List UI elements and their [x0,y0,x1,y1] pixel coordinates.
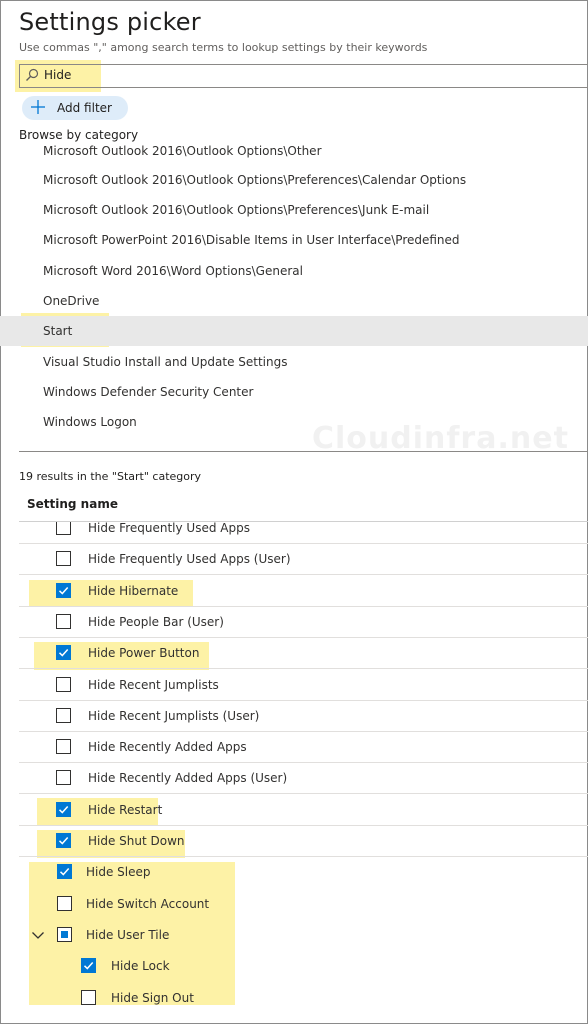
setting-row[interactable]: Hide Power Button [19,638,588,669]
setting-row[interactable]: Hide Switch Account [19,889,588,920]
chevron-down-icon[interactable] [31,928,45,942]
setting-label: Hide Lock [111,959,170,973]
setting-label: Hide Restart [88,803,163,817]
setting-label: Hide Recent Jumplists [88,678,219,692]
setting-label: Hide Power Button [88,646,200,660]
setting-checkbox[interactable] [57,896,72,911]
add-filter-button[interactable]: Add filter [22,96,128,120]
setting-label: Hide Recent Jumplists (User) [88,709,260,723]
setting-row[interactable]: Hide Recent Jumplists [19,670,588,701]
setting-checkbox[interactable] [56,614,71,629]
category-item[interactable]: Microsoft Outlook 2016\Outlook Options\P… [0,165,588,195]
settings-list: Hide Frequently Used Apps Hide Frequently… [0,522,588,1022]
setting-label: Hide Frequently Used Apps [88,522,250,535]
setting-row[interactable]: Hide Shut Down [19,826,588,857]
checkmark-icon [58,648,69,657]
setting-row[interactable]: Hide Recently Added Apps [19,732,588,763]
category-item[interactable]: Microsoft PowerPoint 2016\Disable Items … [0,225,588,255]
setting-row[interactable]: Hide Recently Added Apps (User) [19,763,588,794]
setting-checkbox[interactable] [57,864,72,879]
setting-row[interactable]: Hide Hibernate [19,576,588,607]
setting-label: Hide Recently Added Apps [88,740,247,754]
setting-label: Hide Shut Down [88,834,185,848]
category-item[interactable]: Microsoft Outlook 2016\Outlook Options\O… [0,143,588,166]
search-icon [26,68,39,81]
setting-checkbox[interactable] [56,833,71,848]
setting-label: Hide Recently Added Apps (User) [88,771,288,785]
setting-checkbox[interactable] [56,645,71,660]
setting-checkbox[interactable] [56,583,71,598]
category-list: Microsoft Outlook 2016\Outlook Options\O… [0,143,588,441]
search-input[interactable] [44,66,444,84]
category-item[interactable]: OneDrive [0,286,588,316]
setting-row[interactable]: Hide Frequently Used Apps [19,522,588,544]
setting-checkbox[interactable] [56,708,71,723]
page-title: Settings picker [19,8,201,36]
setting-label: Hide Hibernate [88,584,179,598]
category-item[interactable]: Visual Studio Install and Update Setting… [0,347,588,377]
setting-checkbox[interactable] [56,551,71,566]
setting-row[interactable]: Hide Restart [19,795,588,826]
setting-row[interactable]: Hide Lock [19,951,588,982]
category-item-selected[interactable]: Start [0,316,588,346]
setting-label: Hide Frequently Used Apps (User) [88,552,291,566]
browse-by-category-label: Browse by category [19,128,139,142]
section-divider [19,451,588,452]
search-box[interactable] [19,64,588,88]
category-item[interactable]: Microsoft Word 2016\Word Options\General [0,256,588,286]
setting-row[interactable]: Hide User Tile [19,920,588,951]
setting-label: Hide People Bar (User) [88,615,224,629]
setting-checkbox[interactable] [81,958,96,973]
setting-label: Hide Sleep [86,865,151,879]
setting-checkbox[interactable] [56,739,71,754]
checkmark-icon [58,836,69,845]
setting-checkbox[interactable] [56,522,71,535]
setting-row[interactable]: Hide Sign Out [19,983,588,1014]
setting-row[interactable]: Hide People Bar (User) [19,607,588,638]
category-item[interactable]: Microsoft Outlook 2016\Outlook Options\P… [0,195,588,225]
setting-label: Hide Sign Out [111,991,194,1005]
setting-label: Hide Switch Account [86,897,210,911]
setting-row[interactable]: Hide Sleep [19,857,588,888]
page-subtitle: Use commas "," among search terms to loo… [19,41,428,54]
checkmark-icon [58,586,69,595]
setting-checkbox[interactable] [56,802,71,817]
setting-checkbox[interactable] [81,990,96,1005]
column-header-setting-name: Setting name [27,497,118,511]
setting-row[interactable]: Hide Recent Jumplists (User) [19,701,588,732]
category-item[interactable]: Windows Defender Security Center [0,377,588,407]
results-count: 19 results in the "Start" category [19,470,202,483]
setting-checkbox[interactable] [56,677,71,692]
setting-label: Hide User Tile [86,928,170,942]
setting-checkbox[interactable] [56,770,71,785]
add-filter-label: Add filter [57,101,112,115]
plus-icon [31,100,45,114]
checkmark-icon [59,867,70,876]
checkmark-icon [58,805,69,814]
checkmark-icon [83,961,94,970]
setting-checkbox[interactable] [57,927,72,942]
setting-row[interactable]: Hide Frequently Used Apps (User) [19,544,588,575]
